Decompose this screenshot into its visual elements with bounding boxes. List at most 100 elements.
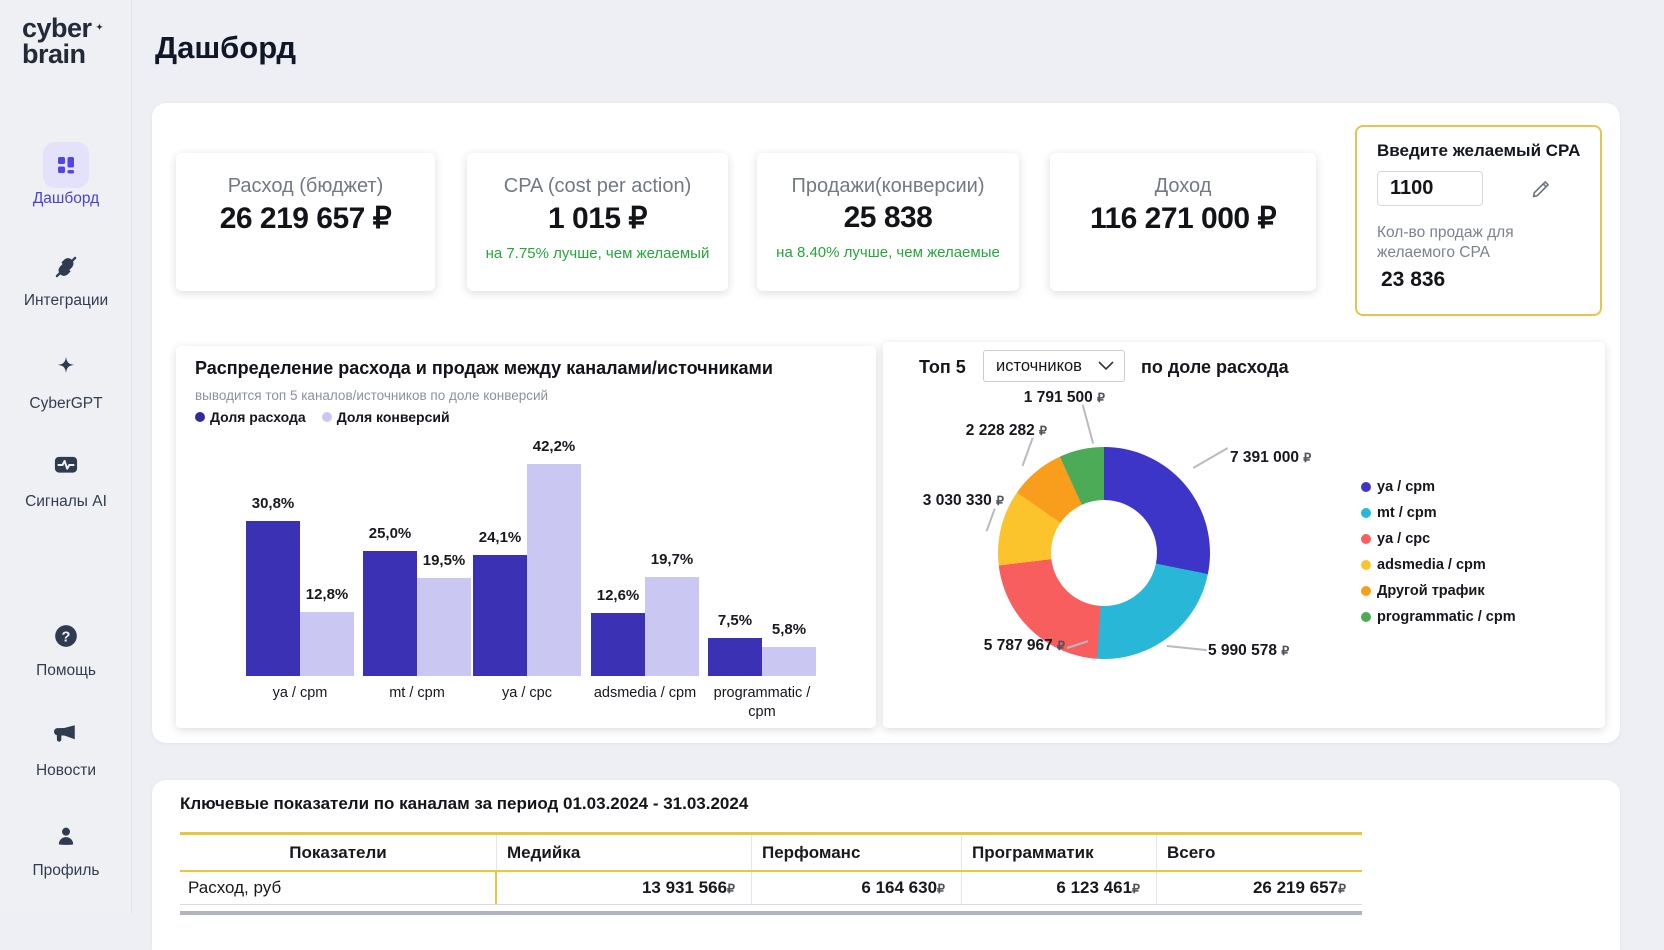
table-header-cell: Всего — [1157, 835, 1362, 870]
bar — [473, 555, 527, 676]
kpi-card: CPA (cost per action)1 015 ₽на 7.75% луч… — [467, 153, 728, 291]
legend-item: mt / cpm — [1361, 505, 1437, 521]
bar-category-label: adsmedia / cpm — [586, 684, 704, 703]
bar — [417, 578, 471, 676]
legend-item: adsmedia / cpm — [1361, 557, 1486, 573]
bar-value-label: 24,1% — [476, 529, 525, 546]
bar-value-label: 12,8% — [303, 586, 352, 603]
legend-item: ya / cpm — [1361, 479, 1435, 495]
sidebar: cyber brain Дашборд Интеграции CyberGPT Сиг… — [0, 0, 132, 914]
sources-select-value: источников — [996, 357, 1082, 376]
bar-chart-subtitle: выводится топ 5 каналов/источников по до… — [195, 388, 548, 403]
logo-text-line2: brain — [22, 42, 106, 68]
sidebar-item-label: CyberGPT — [0, 395, 132, 413]
donut-label-connector — [1022, 437, 1034, 466]
bar-value-label: 42,2% — [530, 438, 579, 455]
legend-label: adsmedia / cpm — [1377, 557, 1486, 573]
svg-text:?: ? — [62, 629, 71, 645]
kpi-value: 25 838 — [757, 201, 1019, 235]
sidebar-item-signals[interactable]: Сигналы AI — [0, 449, 132, 511]
donut-value-label: 1 791 500 ₽ — [987, 389, 1105, 407]
donut-label-connector — [1167, 645, 1207, 651]
legend-dot-icon — [1361, 482, 1371, 492]
kpi-label: Продажи(конверсии) — [757, 175, 1019, 198]
legend-item: Другой трафик — [1361, 583, 1485, 599]
table-header-cell: Перфоманс — [752, 835, 962, 870]
plug-icon — [43, 251, 89, 283]
donut-label-connector — [1193, 447, 1228, 468]
legend-dot-icon — [1361, 560, 1371, 570]
chevron-down-icon — [1098, 357, 1114, 376]
donut-value-label: 7 391 000 ₽ — [1230, 449, 1348, 467]
sidebar-item-cybergpt[interactable]: CyberGPT — [0, 351, 132, 413]
kpi-table-title: Ключевые показатели по каналам за период… — [180, 794, 748, 814]
legend-label: mt / cpm — [1377, 505, 1437, 521]
table-header-cell: Показатели — [180, 835, 497, 870]
person-icon — [43, 820, 89, 852]
bar-value-label: 30,8% — [249, 495, 298, 512]
sidebar-item-dashboard[interactable]: Дашборд — [0, 142, 132, 208]
legend-label: ya / cpc — [1377, 531, 1430, 547]
bar — [527, 464, 581, 676]
bar-value-label: 12,6% — [594, 587, 643, 604]
bar-category-label: ya / cpm — [241, 684, 359, 703]
donut-hole — [1051, 500, 1157, 606]
bar-value-label: 5,8% — [769, 621, 809, 638]
bar-category-label: ya / cpc — [468, 684, 586, 703]
sidebar-item-news[interactable]: Новости — [0, 718, 132, 780]
cpa-result-label: Кол-во продаж для желаемого CPA — [1377, 223, 1562, 263]
pencil-icon[interactable] — [1529, 177, 1553, 206]
legend-dot-icon — [1361, 534, 1371, 544]
bar-chart-card: Распределение расхода и продаж между кан… — [176, 346, 876, 728]
legend-item: Доля расхода — [195, 409, 306, 425]
bar — [363, 551, 417, 676]
cpa-widget: Введите желаемый CPA Кол-во продаж для ж… — [1355, 125, 1602, 316]
donut-label-connector — [986, 508, 996, 531]
bar — [591, 613, 645, 676]
kpi-value: 1 015 ₽ — [467, 201, 728, 236]
cpa-widget-title: Введите желаемый CPA — [1377, 141, 1592, 161]
cpa-result-value: 23 836 — [1381, 268, 1445, 292]
logo-sparkle-icon — [93, 14, 106, 40]
cpa-input[interactable] — [1377, 171, 1483, 206]
sidebar-item-profile[interactable]: Профиль — [0, 820, 132, 880]
legend-item: Доля конверсий — [322, 409, 450, 425]
kpi-label: Расход (бюджет) — [176, 175, 435, 198]
megaphone-icon — [43, 718, 89, 750]
bar-value-label: 19,5% — [420, 552, 469, 569]
legend-dot-icon — [322, 412, 332, 422]
table-cell: 6 164 630 ₽ — [752, 872, 962, 904]
donut-value-label: 5 990 578 ₽ — [1208, 642, 1326, 660]
legend-item: ya / cpc — [1361, 531, 1430, 547]
donut-title-suffix: по доле расхода — [1141, 357, 1289, 378]
sources-select[interactable]: источников — [983, 350, 1125, 382]
table-cell: 6 123 461 ₽ — [962, 872, 1157, 904]
sidebar-item-label: Сигналы AI — [0, 493, 132, 511]
kpi-table-card: Ключевые показатели по каналам за период… — [152, 780, 1620, 950]
page-title: Дашборд — [155, 30, 296, 66]
donut-label-connector — [1082, 405, 1094, 444]
sidebar-item-label: Дашборд — [0, 190, 132, 208]
bar — [762, 647, 816, 676]
pulse-icon — [43, 449, 89, 481]
bar — [645, 577, 699, 676]
donut-chart-card: Топ 5 источников по доле расхода 7 391 0… — [883, 342, 1605, 728]
legend-label: Другой трафик — [1377, 583, 1485, 599]
bar — [300, 612, 354, 676]
kpi-label: CPA (cost per action) — [467, 175, 728, 198]
logo: cyber brain — [22, 16, 106, 67]
donut-value-label: 3 030 330 ₽ — [886, 492, 1004, 510]
sparkle-icon — [43, 351, 89, 383]
table-cell: Расход, руб — [180, 872, 497, 904]
kpi-card: Доход116 271 000 ₽ — [1050, 153, 1316, 291]
legend-dot-icon — [1361, 508, 1371, 518]
main-panel: Расход (бюджет)26 219 657 ₽CPA (cost per… — [152, 103, 1620, 743]
sidebar-item-integrations[interactable]: Интеграции — [0, 251, 132, 310]
bar-value-label: 25,0% — [366, 525, 415, 542]
sidebar-item-help[interactable]: ?Помощь — [0, 620, 132, 680]
donut-value-label: 2 228 282 ₽ — [929, 422, 1047, 440]
bar-chart-legend: Доля расхода Доля конверсий — [195, 409, 450, 425]
legend-dot-icon — [1361, 586, 1371, 596]
legend-dot-icon — [195, 412, 205, 422]
bar-category-label: mt / cpm — [358, 684, 476, 703]
